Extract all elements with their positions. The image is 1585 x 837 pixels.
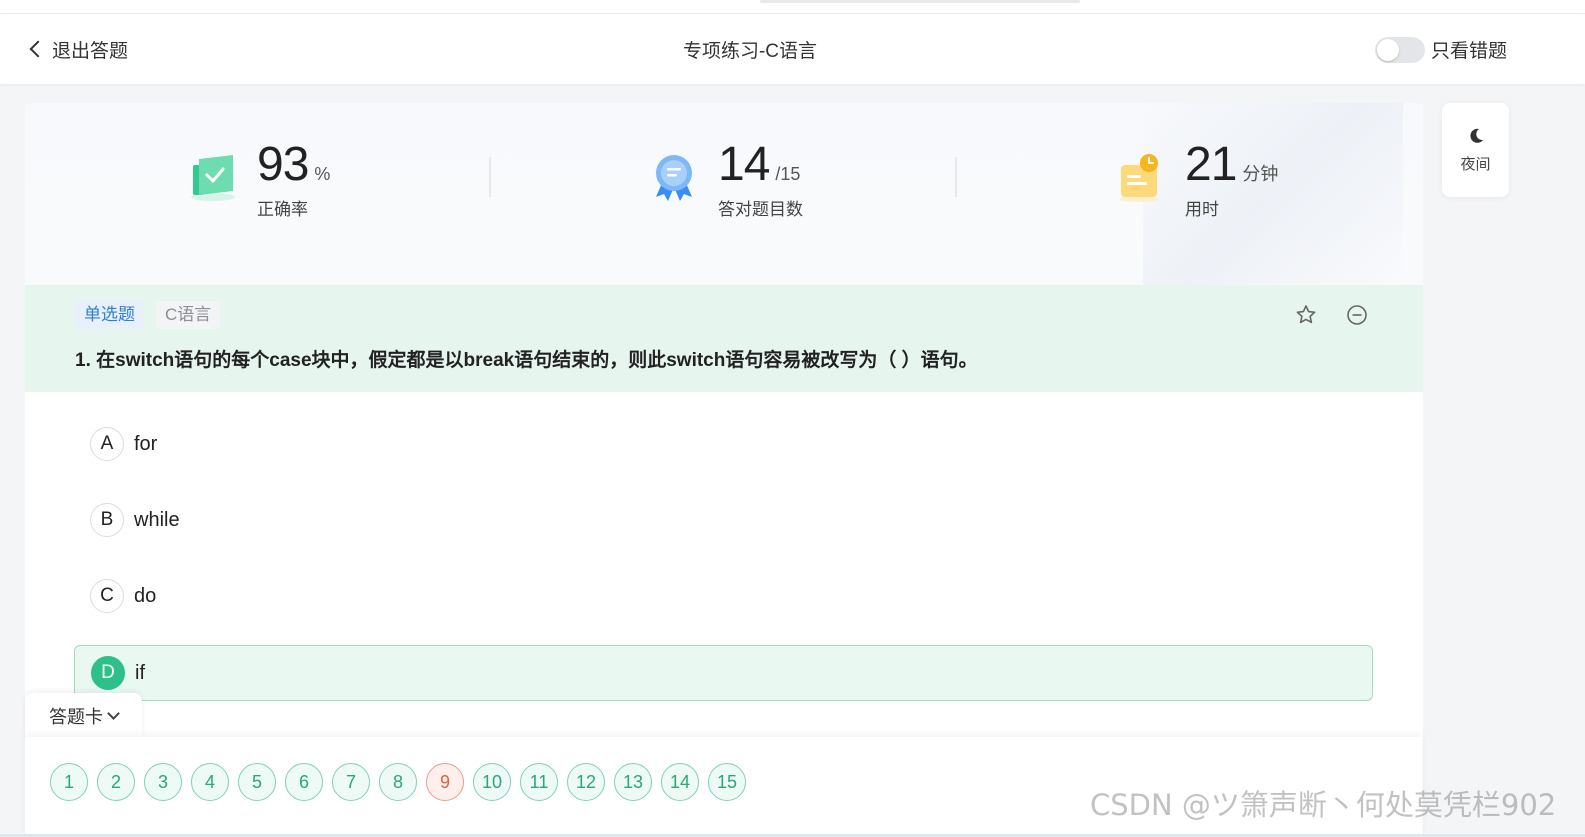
question-text: 1. 在switch语句的每个case块中，假定都是以break语句结束的，则此… <box>75 350 978 371</box>
question-number-4[interactable]: 4 <box>191 763 229 801</box>
option-d-correct[interactable]: D if <box>74 645 1373 701</box>
option-letter: A <box>90 427 124 461</box>
option-letter: C <box>90 579 124 613</box>
night-mode-button[interactable]: 夜间 <box>1442 103 1509 197</box>
chevron-down-icon <box>107 707 120 720</box>
option-text: if <box>135 661 145 684</box>
toggle-knob <box>1377 38 1399 61</box>
search-bar-edge <box>760 0 1080 3</box>
option-text: for <box>134 432 158 455</box>
wrong-only-label: 只看错题 <box>1431 41 1508 62</box>
clock-notebook-icon <box>1115 151 1167 203</box>
watermark: CSDN @ツ箫声断丶何处莫凭栏902 <box>1090 788 1557 822</box>
answer-card-toggle[interactable]: 答题卡 <box>25 693 142 739</box>
time-stat: 21 分钟 用时 <box>1115 139 1278 220</box>
accuracy-value: 93 <box>257 138 309 191</box>
remove-minus-circle-icon[interactable] <box>1345 303 1369 327</box>
accuracy-unit: % <box>314 164 331 184</box>
question-number-10[interactable]: 10 <box>473 763 511 801</box>
correct-count-stat: 14 /15 答对题目数 <box>648 139 803 220</box>
option-a[interactable]: A for <box>74 416 1373 472</box>
question-number-9[interactable]: 9 <box>426 763 464 801</box>
question-number-2[interactable]: 2 <box>97 763 135 801</box>
time-unit: 分钟 <box>1242 164 1279 184</box>
stats-panel: 93 % 正确率 14 /15 答对题目数 21 分钟 用时 <box>25 103 1423 285</box>
correct-count-label: 答对题目数 <box>718 200 803 219</box>
question-number-11[interactable]: 11 <box>520 763 558 801</box>
time-label: 用时 <box>1185 200 1219 219</box>
stat-divider <box>955 157 957 197</box>
checkbook-icon <box>187 151 239 203</box>
header: 退出答题 专项练习-C语言 只看错题 <box>0 14 1585 84</box>
option-b[interactable]: B while <box>74 492 1373 548</box>
result-card: 93 % 正确率 14 /15 答对题目数 21 分钟 用时 单选题 C语言 1… <box>25 103 1423 837</box>
question-number-12[interactable]: 12 <box>567 763 605 801</box>
correct-count-total: /15 <box>775 164 801 184</box>
option-text: while <box>134 508 180 531</box>
wrong-only-toggle-group: 只看错题 <box>1375 36 1507 63</box>
correct-count-value: 14 <box>718 138 770 191</box>
favorite-star-icon[interactable] <box>1294 303 1318 327</box>
question-number-14[interactable]: 14 <box>661 763 699 801</box>
question-number-1[interactable]: 1 <box>50 763 88 801</box>
top-nav-strip <box>0 0 1585 14</box>
question-number-list: 1 2 3 4 5 6 7 8 9 10 11 12 13 14 15 <box>50 763 746 801</box>
question-number-13[interactable]: 13 <box>614 763 652 801</box>
wrong-only-toggle[interactable] <box>1375 36 1425 63</box>
subject-tag: C语言 <box>156 301 221 329</box>
question-number-8[interactable]: 8 <box>379 763 417 801</box>
question-number-3[interactable]: 3 <box>144 763 182 801</box>
question-number-6[interactable]: 6 <box>285 763 323 801</box>
stat-divider <box>489 157 491 197</box>
accuracy-label: 正确率 <box>257 200 308 219</box>
question-number-15[interactable]: 15 <box>708 763 746 801</box>
option-c[interactable]: C do <box>74 568 1373 624</box>
option-text: do <box>134 584 157 607</box>
option-letter: D <box>91 656 125 690</box>
question-number-5[interactable]: 5 <box>238 763 276 801</box>
night-mode-label: 夜间 <box>1460 155 1491 173</box>
page-title: 专项练习-C语言 <box>682 41 818 62</box>
question-type-tag: 单选题 <box>75 301 144 329</box>
question-number-7[interactable]: 7 <box>332 763 370 801</box>
accuracy-stat: 93 % 正确率 <box>187 139 330 220</box>
question-header: 单选题 C语言 1. 在switch语句的每个case块中，假定都是以break… <box>25 285 1423 392</box>
moon-icon <box>1469 128 1483 143</box>
option-letter: B <box>90 503 124 537</box>
medal-icon <box>648 151 700 203</box>
answer-card-label: 答题卡 <box>49 707 103 727</box>
time-value: 21 <box>1185 138 1237 191</box>
